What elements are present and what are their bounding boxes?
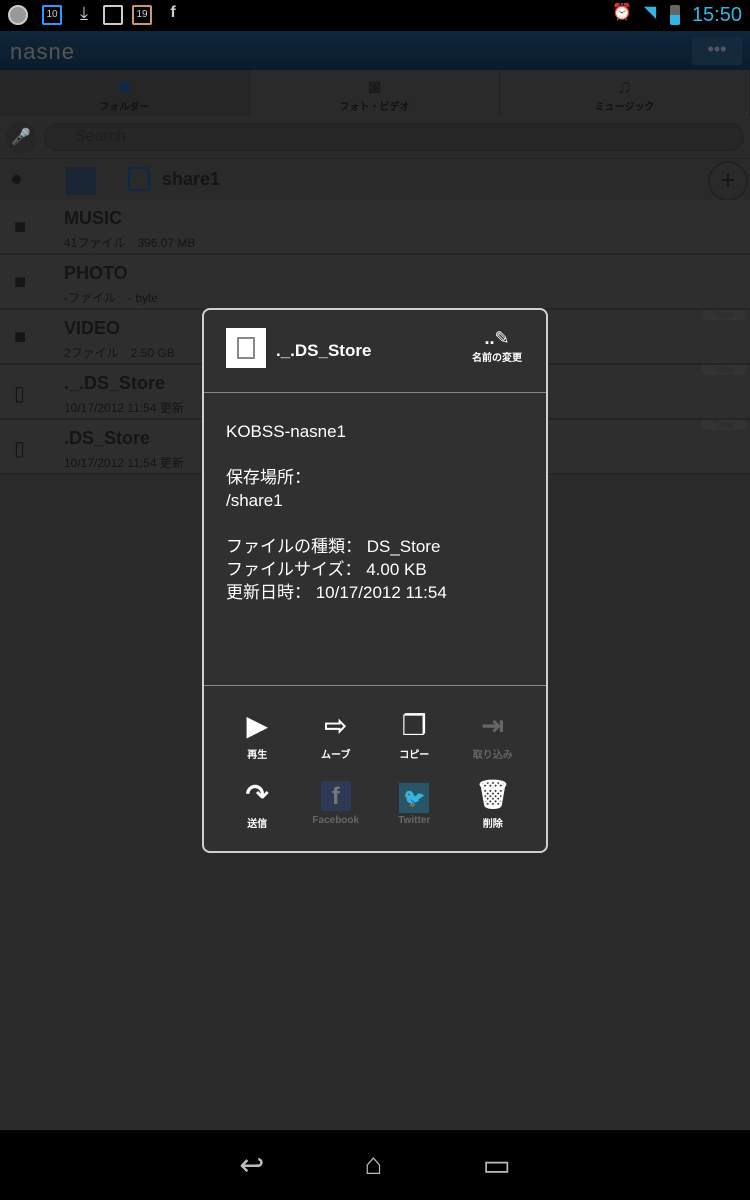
root-dot-icon[interactable] [12, 175, 21, 184]
tab-folder[interactable]: ■ フォルダー [0, 70, 250, 116]
file-icon: ▯ [14, 438, 26, 460]
breadcrumb-current[interactable]: share1 [162, 169, 220, 190]
action-label: 送信 [247, 819, 268, 830]
tab-bar: ■ フォルダー ◙ フォト・ビデオ ♫ ミュージック [0, 70, 750, 116]
folder-icon: ■ [118, 76, 131, 98]
facebook-icon: f [297, 775, 376, 815]
import-button[interactable]: ⇥ 取り込み [454, 706, 533, 761]
microphone-icon[interactable]: 🎤 [6, 122, 36, 154]
location-label: 保存場所： [226, 468, 311, 487]
alarm-icon: ⏰ [612, 4, 632, 21]
battery-icon [670, 5, 680, 25]
tab-label: フォト・ビデオ [339, 102, 410, 113]
tab-label: フォルダー [99, 102, 150, 113]
import-icon: ⇥ [481, 710, 505, 741]
rename-button[interactable]: ..✎ 名前の変更 [462, 328, 532, 364]
search-row: 🎤 Search [0, 118, 750, 158]
location-value: /share1 [226, 491, 283, 510]
file-icon [226, 328, 266, 368]
action-bar: nasne ••• [0, 31, 750, 70]
device-name: KOBSS-nasne1 [226, 422, 347, 441]
image-icon [103, 5, 123, 25]
file-type: ファイルの種類： DS_Store [226, 537, 441, 556]
item-name: ._.DS_Store [64, 373, 166, 393]
today-badge: Today [702, 310, 746, 320]
facebook-button[interactable]: f Facebook [297, 775, 376, 830]
item-details: 41ファイル 396.07 MB [64, 236, 196, 250]
clock: 15:50 [691, 4, 742, 26]
add-button[interactable]: + [708, 161, 748, 201]
twitter-icon: 🐦 [375, 775, 454, 815]
calendar-icon: 19 [132, 5, 152, 25]
item-name: PHOTO [64, 263, 128, 283]
item-name: VIDEO [64, 318, 121, 338]
item-details: 10/17/2012 11:54 更新 [64, 456, 184, 470]
file-info-dialog: ._.DS_Store ..✎ 名前の変更 KOBSS-nasne1 保存場所： … [202, 308, 548, 853]
action-label: ムーブ [321, 750, 351, 761]
play-button[interactable]: ▶ 再生 [218, 706, 297, 761]
item-name: MUSIC [64, 208, 122, 228]
tab-photo-video[interactable]: ◙ フォト・ビデオ [250, 70, 500, 116]
twitter-button[interactable]: 🐦 Twitter [375, 775, 454, 830]
today-badge: Today [702, 420, 746, 430]
share-icon: ↷ [245, 779, 269, 810]
dialog-actions: ▶ 再生 ⇨ ムーブ ❐ コピー ⇥ 取り込み ↷ 送信 f Facebook 🐦 Twitt… [204, 685, 546, 830]
file-size: ファイルサイズ： 4.00 KB [226, 560, 427, 579]
action-label: Facebook [312, 815, 360, 826]
facebook-icon: f [170, 4, 176, 21]
recent-apps-icon[interactable]: ▭ [482, 1148, 510, 1183]
action-label: コピー [399, 750, 430, 761]
overflow-menu-button[interactable]: ••• [692, 37, 742, 65]
nasne-logo: nasne [10, 39, 75, 64]
rename-label: 名前の変更 [472, 353, 522, 364]
pencil-icon: ..✎ [484, 328, 510, 348]
search-input[interactable]: Search [44, 123, 744, 151]
download-icon: ⤓ [80, 3, 88, 23]
trash-icon: 🗑 [474, 779, 511, 810]
copy-button[interactable]: ❐ コピー [375, 706, 454, 761]
action-label: 再生 [247, 750, 268, 761]
nasne-notification-icon [8, 5, 28, 25]
dialog-title: ._.DS_Store [276, 341, 372, 360]
play-icon: ▶ [246, 710, 269, 741]
calendar-icon: 10 [42, 5, 62, 25]
tab-music[interactable]: ♫ ミュージック [500, 70, 750, 116]
today-badge: Today [702, 365, 746, 375]
home-icon[interactable]: ⌂ [364, 1148, 382, 1182]
action-label: 削除 [482, 819, 503, 830]
move-button[interactable]: ⇨ ムーブ [297, 706, 376, 761]
dialog-header: ._.DS_Store ..✎ 名前の変更 [204, 310, 546, 393]
dialog-body: KOBSS-nasne1 保存場所： /share1 ファイルの種類： DS_S… [226, 420, 447, 604]
breadcrumb: share1 + [0, 158, 750, 201]
action-label: Twitter [398, 815, 431, 826]
nasne-device-icon[interactable] [66, 167, 96, 195]
folder-icon: ■ [14, 271, 27, 293]
tab-label: ミュージック [594, 102, 655, 113]
move-icon: ⇨ [324, 710, 348, 741]
modified-date: 更新日時： 10/17/2012 11:54 [226, 583, 447, 602]
storage-icon [128, 167, 150, 191]
music-icon: ♫ [617, 76, 632, 98]
file-icon: ▯ [14, 383, 26, 405]
camera-icon: ◙ [368, 76, 381, 98]
item-name: .DS_Store [64, 428, 151, 448]
send-button[interactable]: ↷ 送信 [218, 775, 297, 830]
item-details: 10/17/2012 11:54 更新 [64, 401, 184, 415]
delete-button[interactable]: 🗑 削除 [454, 775, 533, 830]
list-item[interactable]: ■ PHOTO -ファイル - byte [0, 255, 750, 310]
item-details: 2ファイル 2.50 GB [64, 346, 175, 360]
copy-icon: ❐ [401, 710, 427, 741]
back-icon[interactable]: ↩ [239, 1148, 264, 1183]
wifi-icon: ◥ [643, 4, 657, 21]
status-bar: 10 ⤓ 19 f ⏰ ◥ 15:50 [0, 0, 750, 31]
list-item[interactable]: ■ MUSIC 41ファイル 396.07 MB [0, 200, 750, 255]
folder-icon: ■ [14, 326, 27, 348]
folder-icon: ■ [14, 216, 27, 238]
item-details: -ファイル - byte [64, 291, 159, 305]
action-label: 取り込み [472, 750, 513, 761]
navigation-bar: ↩ ⌂ ▭ [0, 1130, 750, 1200]
